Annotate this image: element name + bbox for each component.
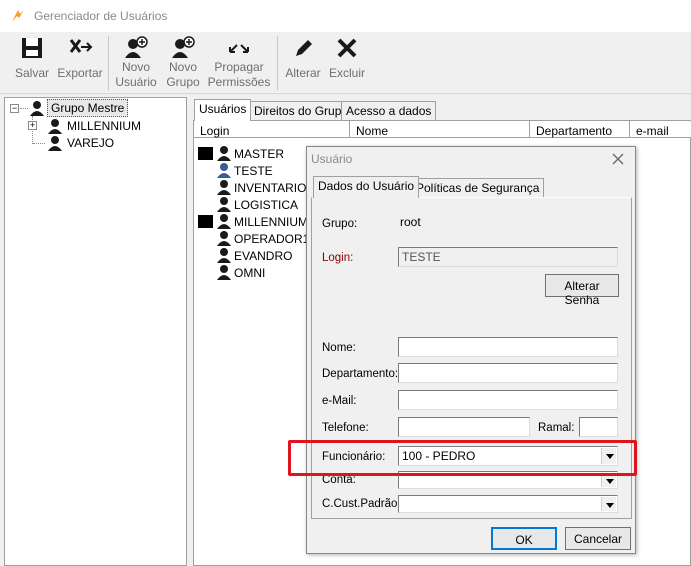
app-logo-icon (12, 10, 24, 22)
login-label: Login: (322, 252, 354, 264)
user-login: LOGISTICA (234, 198, 299, 212)
expand-toggle[interactable]: + (28, 121, 37, 130)
delete-x-icon (337, 38, 357, 58)
tab-acesso-a-dados[interactable]: Acesso a dados (341, 101, 437, 121)
user-icon (217, 163, 231, 178)
centro-custo-label: C.Cust.Padrão: (322, 498, 401, 510)
user-icon (217, 231, 231, 246)
tree-item-millennium[interactable]: MILLENNIUM (67, 119, 141, 133)
export-icon (69, 39, 93, 53)
column-departamento[interactable]: Departamento (530, 121, 630, 138)
new-user-button[interactable]: Novo Usuário (114, 32, 158, 90)
floppy-disk-icon (22, 38, 42, 58)
export-button[interactable]: Exportar (56, 32, 104, 81)
user-login: MILLENNIUM (234, 215, 309, 229)
export-label: Exportar (57, 66, 103, 80)
centro-custo-select[interactable] (398, 495, 618, 513)
column-login[interactable]: Login (194, 121, 350, 138)
delete-label: Excluir (328, 66, 365, 80)
email-label: e-Mail: (322, 395, 357, 407)
user-login: TESTE (234, 164, 273, 178)
telefone-label: Telefone: (322, 422, 369, 434)
chevron-down-icon[interactable] (601, 497, 616, 511)
grupo-value: root (398, 212, 618, 234)
close-icon[interactable] (612, 153, 624, 165)
tab-politicas-de-seguranca[interactable]: Políticas de Segurança (411, 178, 545, 197)
tree-item-varejo[interactable]: VAREJO (67, 136, 114, 150)
add-user-icon (125, 36, 148, 58)
user-login: INVENTARIO (234, 181, 307, 195)
dialog-title: Usuário (311, 152, 353, 166)
departamento-field[interactable] (398, 363, 618, 383)
user-icon (217, 248, 231, 263)
group-user-icon (48, 136, 62, 151)
propagate-label-2: Permissões (207, 75, 271, 89)
user-icon (217, 180, 231, 195)
nome-label: Nome: (322, 342, 356, 354)
edit-button[interactable]: Alterar (284, 32, 322, 81)
user-icon (217, 214, 231, 229)
group-user-icon (48, 119, 62, 134)
add-group-icon (172, 36, 195, 58)
tab-dados-do-usuario[interactable]: Dados do Usuário (313, 176, 420, 198)
title-bar: Gerenciador de Usuários (0, 0, 691, 32)
user-login: MASTER (234, 147, 285, 161)
save-label: Salvar (14, 66, 49, 80)
departamento-label: Departamento: (322, 368, 399, 380)
grupo-label: Grupo: (322, 218, 358, 230)
user-icon (217, 146, 231, 161)
toolbar: Salvar Exportar Novo Usuário Novo Grupo … (0, 32, 691, 94)
email-field[interactable] (398, 390, 618, 410)
user-login: EVANDRO (234, 249, 293, 263)
user-icon (217, 197, 231, 212)
user-login: OPERADOR1 (234, 232, 310, 246)
group-user-icon (30, 101, 44, 116)
user-dialog: Usuário Dados do Usuário Políticas de Se… (306, 146, 636, 554)
collapse-toggle[interactable]: − (10, 104, 19, 113)
propagate-arrows-icon (229, 44, 249, 53)
propagate-permissions-button[interactable]: Propagar Permissões (206, 32, 272, 90)
login-field[interactable]: TESTE (398, 247, 618, 267)
group-tree[interactable]: − Grupo Mestre + MILLENNIUM VAREJO (4, 97, 187, 566)
user-icon (217, 265, 231, 280)
ok-button[interactable]: OK (491, 527, 557, 550)
telefone-field[interactable] (398, 417, 530, 437)
tree-item-root[interactable]: Grupo Mestre (47, 99, 129, 117)
new-user-label-2: Usuário (115, 75, 157, 89)
highlight-box (288, 440, 637, 476)
tab-direitos-do-grupo[interactable]: Direitos do Grupo (249, 101, 354, 121)
ramal-label: Ramal: (538, 422, 575, 434)
user-login: OMNI (234, 266, 266, 280)
propagate-label-1: Propagar (214, 60, 264, 74)
edit-label: Alterar (285, 66, 321, 80)
delete-button[interactable]: Excluir (328, 32, 366, 81)
new-group-label-1: Novo (168, 60, 197, 74)
new-group-button[interactable]: Novo Grupo (164, 32, 202, 90)
change-password-button[interactable]: Alterar Senha (545, 274, 619, 307)
new-user-label-1: Novo (121, 60, 150, 74)
pencil-icon (296, 40, 312, 56)
column-email[interactable]: e-mail (630, 121, 691, 138)
tab-usuarios[interactable]: Usuários (194, 99, 252, 121)
group-flag-icon (198, 215, 213, 228)
cancel-button[interactable]: Cancelar (565, 527, 631, 550)
ramal-field[interactable] (579, 417, 618, 437)
new-group-label-2: Grupo (166, 75, 200, 89)
save-button[interactable]: Salvar (14, 32, 50, 81)
nome-field[interactable] (398, 337, 618, 357)
column-nome[interactable]: Nome (350, 121, 530, 138)
toolbar-separator (108, 36, 109, 90)
group-flag-icon (198, 147, 213, 160)
window-title: Gerenciador de Usuários (34, 9, 168, 23)
tree-line (33, 143, 45, 144)
tree-line (20, 108, 28, 109)
toolbar-separator (277, 36, 278, 90)
